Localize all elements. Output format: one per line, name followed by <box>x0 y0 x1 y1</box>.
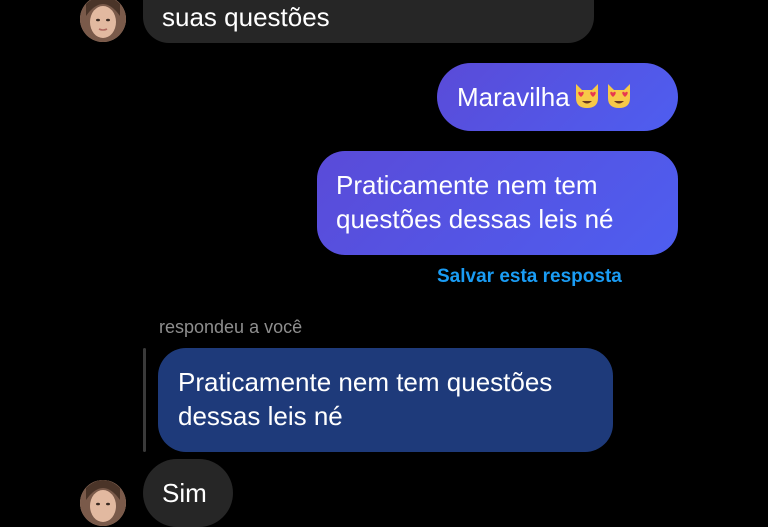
outgoing-message-bubble[interactable]: Praticamente nem tem questões dessas lei… <box>317 151 678 255</box>
save-reply-link[interactable]: Salvar esta resposta <box>437 266 622 288</box>
sender-avatar[interactable] <box>80 480 126 526</box>
message-text-line: questões dessas leis né <box>336 204 614 234</box>
message-text-line: Praticamente nem tem <box>336 170 598 200</box>
message-text: Sim <box>162 478 207 508</box>
reply-meta-label: respondeu a você <box>159 317 303 337</box>
avatar-photo-icon <box>80 0 126 42</box>
smiling-cat-heart-eyes-icon <box>604 80 634 118</box>
outgoing-message-bubble[interactable]: Maravilha <box>437 63 678 131</box>
quoted-text-line: dessas leis né <box>178 401 343 431</box>
message-text: Maravilha <box>457 82 570 112</box>
incoming-message-bubble[interactable]: suas questões <box>143 0 594 43</box>
smiling-cat-heart-eyes-icon <box>572 80 602 118</box>
avatar-photo-icon <box>80 480 126 526</box>
quoted-message-bubble[interactable]: Praticamente nem tem questões dessas lei… <box>158 348 613 452</box>
reply-indicator-bar <box>143 348 146 452</box>
quoted-text-line: Praticamente nem tem questões <box>178 367 553 397</box>
incoming-message-bubble[interactable]: Sim <box>143 459 233 527</box>
sender-avatar[interactable] <box>80 0 126 42</box>
message-text: suas questões <box>162 2 330 32</box>
